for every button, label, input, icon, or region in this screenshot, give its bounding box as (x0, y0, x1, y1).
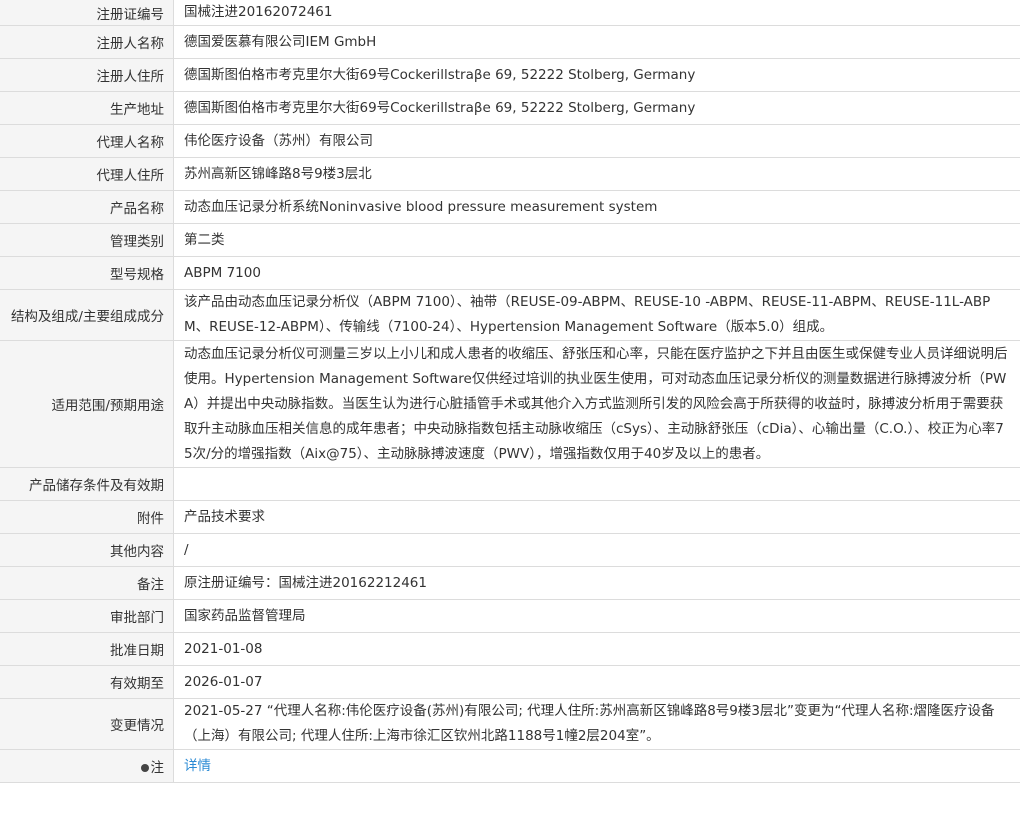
field-value (173, 467, 1020, 501)
field-value: 苏州高新区锦峰路8号9楼3层北 (173, 157, 1020, 191)
table-row: 变更情况 2021-05-27 “代理人名称:伟伦医疗设备(苏州)有限公司; 代… (0, 698, 1020, 750)
field-label: 产品储存条件及有效期 (0, 467, 174, 501)
details-link[interactable]: 详情 (184, 758, 211, 774)
table-row: 其他内容 / (0, 533, 1020, 567)
field-value: 2021-05-27 “代理人名称:伟伦医疗设备(苏州)有限公司; 代理人住所:… (173, 698, 1020, 750)
table-row: 结构及组成/主要组成成分 该产品由动态血压记录分析仪（ABPM 7100）、袖带… (0, 289, 1020, 341)
field-label: 注 (0, 749, 174, 783)
field-label: 批准日期 (0, 632, 174, 666)
field-value: 德国斯图伯格市考克里尔大街69号Cockerillstraβe 69, 5222… (173, 58, 1020, 92)
table-row: 注册证编号 国械注进20162072461 (0, 0, 1020, 26)
field-value: 伟伦医疗设备（苏州）有限公司 (173, 124, 1020, 158)
table-row: 批准日期 2021-01-08 (0, 632, 1020, 666)
field-value: 2026-01-07 (173, 665, 1020, 699)
field-label: 注册证编号 (0, 0, 174, 26)
field-value: 该产品由动态血压记录分析仪（ABPM 7100）、袖带（REUSE-09-ABP… (173, 289, 1020, 341)
field-label: 审批部门 (0, 599, 174, 633)
table-row: 有效期至 2026-01-07 (0, 665, 1020, 699)
field-value: ABPM 7100 (173, 256, 1020, 290)
field-label: 产品名称 (0, 190, 174, 224)
field-value: 产品技术要求 (173, 500, 1020, 534)
table-row: 生产地址 德国斯图伯格市考克里尔大街69号Cockerillstraβe 69,… (0, 91, 1020, 125)
field-label: 结构及组成/主要组成成分 (0, 289, 174, 341)
note-label: 注 (150, 760, 165, 776)
field-label: 适用范围/预期用途 (0, 340, 174, 468)
field-label: 生产地址 (0, 91, 174, 125)
field-value: 2021-01-08 (173, 632, 1020, 666)
field-value: / (173, 533, 1020, 567)
field-label: 管理类别 (0, 223, 174, 257)
table-row: 管理类别 第二类 (0, 223, 1020, 257)
table-row: 备注 原注册证编号：国械注进20162212461 (0, 566, 1020, 600)
table-row: 型号规格 ABPM 7100 (0, 256, 1020, 290)
field-label: 附件 (0, 500, 174, 534)
field-label: 有效期至 (0, 665, 174, 699)
field-value: 详情 (173, 749, 1020, 783)
field-value: 动态血压记录分析仪可测量三岁以上小儿和成人患者的收缩压、舒张压和心率，只能在医疗… (173, 340, 1020, 468)
table-row: 代理人名称 伟伦医疗设备（苏州）有限公司 (0, 124, 1020, 158)
field-label: 注册人住所 (0, 58, 174, 92)
table-row: 注 详情 (0, 749, 1020, 783)
table-row: 代理人住所 苏州高新区锦峰路8号9楼3层北 (0, 157, 1020, 191)
field-label: 代理人住所 (0, 157, 174, 191)
field-value: 原注册证编号：国械注进20162212461 (173, 566, 1020, 600)
registration-detail-table: 注册证编号 国械注进20162072461 注册人名称 德国爱医慕有限公司IEM… (0, 0, 1020, 783)
field-label: 变更情况 (0, 698, 174, 750)
field-label: 代理人名称 (0, 124, 174, 158)
table-row: 审批部门 国家药品监督管理局 (0, 599, 1020, 633)
table-row: 注册人住所 德国斯图伯格市考克里尔大街69号Cockerillstraβe 69… (0, 58, 1020, 92)
field-label: 注册人名称 (0, 25, 174, 59)
table-row: 产品储存条件及有效期 (0, 467, 1020, 501)
field-value: 国械注进20162072461 (173, 0, 1020, 26)
field-value: 德国斯图伯格市考克里尔大街69号Cockerillstraβe 69, 5222… (173, 91, 1020, 125)
table-row: 附件 产品技术要求 (0, 500, 1020, 534)
field-value: 德国爱医慕有限公司IEM GmbH (173, 25, 1020, 59)
table-row: 适用范围/预期用途 动态血压记录分析仪可测量三岁以上小儿和成人患者的收缩压、舒张… (0, 340, 1020, 468)
field-value: 国家药品监督管理局 (173, 599, 1020, 633)
field-label: 型号规格 (0, 256, 174, 290)
field-label: 备注 (0, 566, 174, 600)
field-value: 动态血压记录分析系统Noninvasive blood pressure mea… (173, 190, 1020, 224)
field-value: 第二类 (173, 223, 1020, 257)
lightbulb-icon (140, 764, 149, 772)
field-label: 其他内容 (0, 533, 174, 567)
table-row: 注册人名称 德国爱医慕有限公司IEM GmbH (0, 25, 1020, 59)
table-row: 产品名称 动态血压记录分析系统Noninvasive blood pressur… (0, 190, 1020, 224)
